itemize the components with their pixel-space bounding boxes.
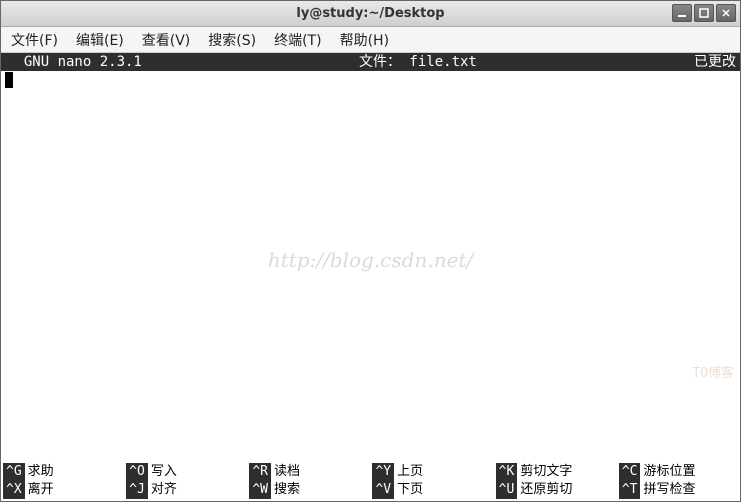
menu-view[interactable]: 查看(V): [138, 28, 195, 52]
sc-whereis: ^W搜索: [249, 481, 368, 499]
corner-watermark: TO博客: [692, 365, 734, 383]
sc-writeout: ^O写入: [126, 463, 245, 481]
window-title: ly@study:~/Desktop: [296, 6, 444, 21]
menubar: 文件(F) 编辑(E) 查看(V) 搜索(S) 终端(T) 帮助(H): [1, 27, 740, 53]
sc-prevpage: ^Y上页: [372, 463, 491, 481]
menu-search[interactable]: 搜索(S): [204, 28, 260, 52]
sc-spell: ^T拼写检查: [619, 481, 738, 499]
sc-exit: ^X离开: [3, 481, 122, 499]
editor-area[interactable]: http://blog.csdn.net/ TO博客: [1, 71, 740, 445]
minimize-button[interactable]: [672, 4, 692, 22]
nano-status: 已更改: [694, 53, 738, 71]
sc-cut: ^K剪切文字: [496, 463, 615, 481]
nano-header: GNU nano 2.3.1 文件： file.txt 已更改: [1, 53, 740, 71]
close-button[interactable]: [716, 4, 736, 22]
titlebar: ly@study:~/Desktop: [1, 1, 740, 27]
text-cursor: [5, 72, 13, 88]
nano-version: GNU nano 2.3.1: [3, 53, 142, 71]
nano-file: 文件： file.txt: [142, 53, 694, 71]
window-controls: [672, 4, 736, 22]
menu-help[interactable]: 帮助(H): [336, 28, 393, 52]
shortcuts: ^G求助 ^O写入 ^R读档 ^Y上页 ^K剪切文字 ^C游标位置 ^X离开 ^…: [1, 463, 740, 501]
spacer: [1, 445, 740, 463]
sc-nextpage: ^V下页: [372, 481, 491, 499]
terminal-window: ly@study:~/Desktop 文件(F) 编辑(E) 查看(V) 搜索(…: [0, 0, 741, 502]
menu-file[interactable]: 文件(F): [7, 28, 62, 52]
menu-terminal[interactable]: 终端(T): [270, 28, 325, 52]
maximize-button[interactable]: [694, 4, 714, 22]
sc-uncut: ^U还原剪切: [496, 481, 615, 499]
sc-readfile: ^R读档: [249, 463, 368, 481]
sc-justify: ^J对齐: [126, 481, 245, 499]
terminal-area[interactable]: GNU nano 2.3.1 文件： file.txt 已更改 http://b…: [1, 53, 740, 501]
sc-curpos: ^C游标位置: [619, 463, 738, 481]
menu-edit[interactable]: 编辑(E): [72, 28, 128, 52]
watermark: http://blog.csdn.net/: [1, 251, 740, 269]
sc-help: ^G求助: [3, 463, 122, 481]
